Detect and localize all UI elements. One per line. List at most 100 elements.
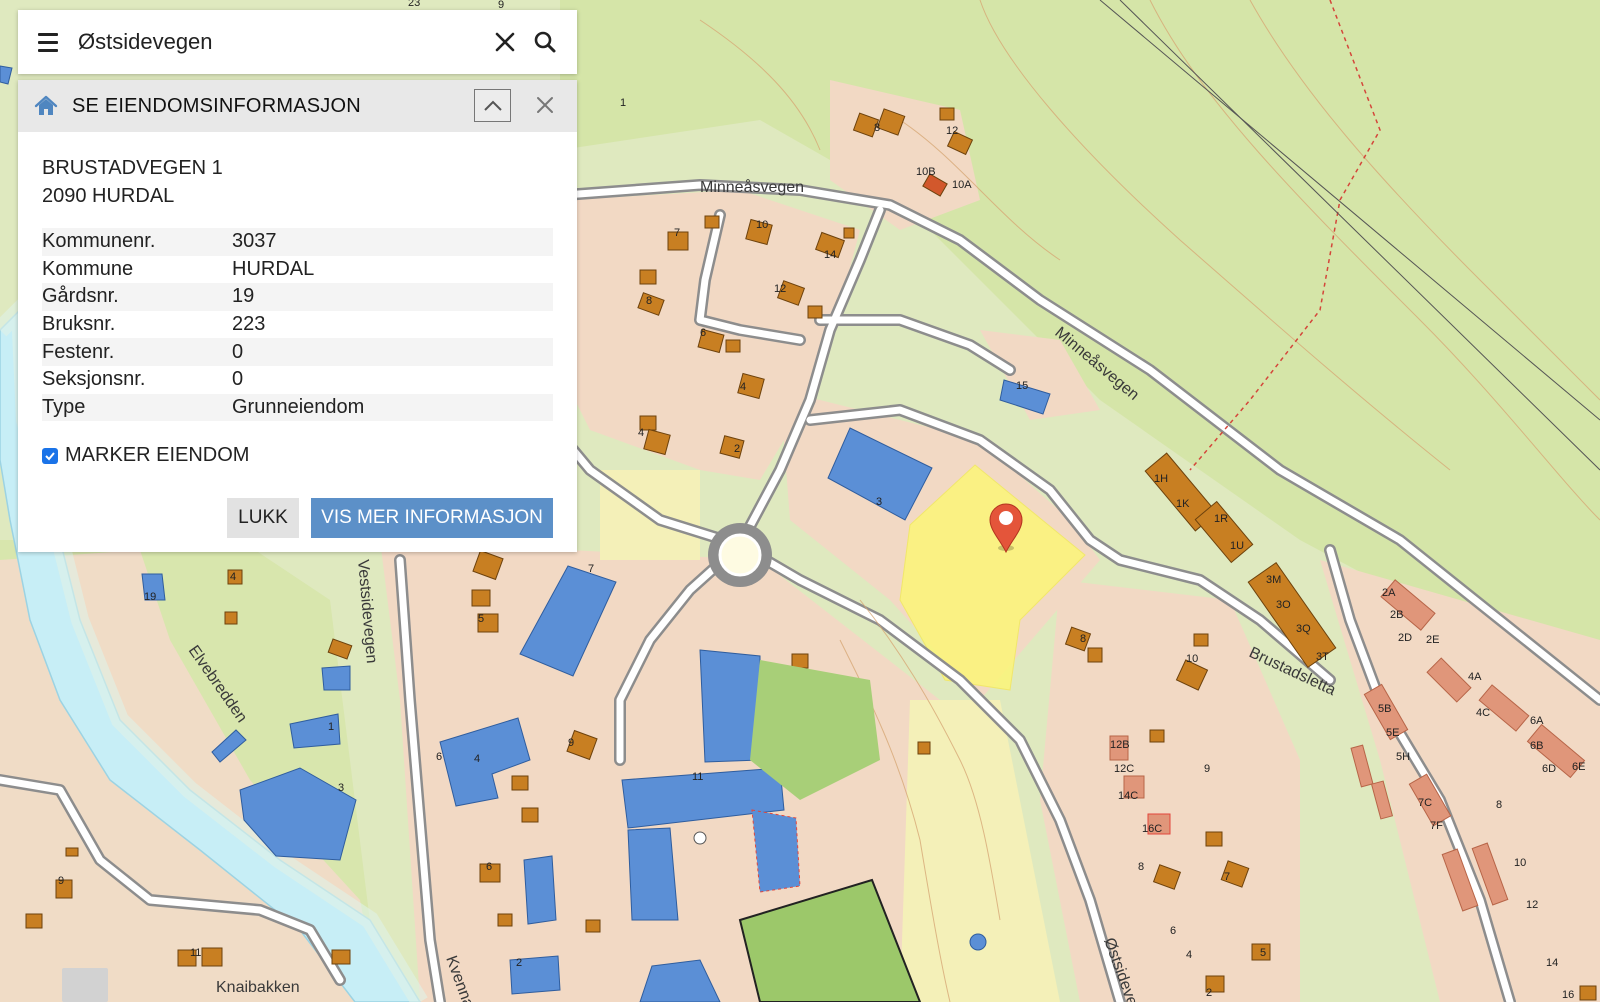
- house-number: 8: [1496, 799, 1502, 811]
- map-control-button[interactable]: [62, 968, 108, 1002]
- row-value: 0: [232, 368, 244, 391]
- house-number: 6: [486, 861, 492, 873]
- house-number: 10: [1186, 653, 1198, 665]
- house-number: 3O: [1276, 599, 1291, 611]
- house-number: 15: [1016, 380, 1028, 392]
- row-value: HURDAL: [232, 257, 315, 280]
- house-number: 6: [700, 327, 706, 339]
- house-number: 2A: [1382, 587, 1396, 599]
- house-number: 2: [734, 443, 740, 455]
- address-postal: 2090 HURDAL: [42, 185, 175, 207]
- house-number: 4: [638, 427, 644, 439]
- house-number: 4: [1186, 949, 1192, 961]
- mark-property-option[interactable]: MARKER EIENDOM: [42, 444, 249, 467]
- hamburger-menu-icon[interactable]: [38, 27, 68, 57]
- street-label: Knaibakken: [216, 979, 300, 996]
- house-number: 8: [874, 122, 880, 134]
- house-number: 12: [1526, 899, 1538, 911]
- house-number: 11: [190, 947, 201, 959]
- checkmark-icon: [45, 451, 55, 460]
- house-number: 14C: [1118, 790, 1138, 802]
- house-number: 16: [1562, 989, 1574, 1001]
- street-label: Minneåsvegen: [700, 178, 804, 196]
- table-row: Seksjonsnr. 0: [42, 366, 553, 394]
- house-number: 5: [1260, 947, 1266, 959]
- mark-property-checkbox[interactable]: [42, 447, 58, 464]
- map-symbol: [693, 831, 707, 845]
- house-number: 2D: [1398, 632, 1412, 644]
- row-label: Bruksnr.: [42, 313, 116, 336]
- water-tank: [969, 933, 987, 951]
- search-bar: [18, 10, 577, 74]
- house-number: 4C: [1476, 707, 1490, 719]
- panel-close-button[interactable]: [530, 90, 560, 120]
- table-row: Festenr. 0: [42, 338, 553, 366]
- house-number: 7F: [1430, 820, 1443, 832]
- house-number: 10A: [952, 179, 972, 191]
- house-number: 19: [144, 591, 156, 603]
- house-number: 10: [1514, 857, 1526, 869]
- search-button[interactable]: [525, 22, 565, 62]
- house-number: 5B: [1378, 703, 1391, 715]
- house-number: 9: [58, 875, 64, 887]
- house-number: 7: [674, 227, 680, 239]
- house-number: 5H: [1396, 751, 1410, 763]
- row-value: 223: [232, 313, 266, 336]
- house-number: 1K: [1176, 498, 1190, 510]
- collapse-button[interactable]: [474, 89, 511, 122]
- house-number: 5: [478, 613, 484, 625]
- row-label: Seksjonsnr.: [42, 368, 146, 391]
- house-number: 8: [1080, 633, 1086, 645]
- house-number: 4: [230, 571, 236, 583]
- table-row: Gårdsnr. 19: [42, 283, 553, 311]
- row-value: Grunneiendom: [232, 393, 553, 422]
- house-number: 6: [1170, 925, 1176, 937]
- house-number: 23: [408, 0, 420, 9]
- row-label: Type: [42, 393, 232, 422]
- panel-header: SE EIENDOMSINFORMASJON: [18, 80, 577, 132]
- house-number: 8: [646, 295, 652, 307]
- clear-search-button[interactable]: [485, 22, 525, 62]
- house-number: 7: [1224, 871, 1230, 883]
- house-number: 4: [474, 753, 480, 765]
- house-number: 1: [620, 97, 626, 109]
- house-number: 2: [1206, 987, 1212, 999]
- close-icon: [495, 32, 515, 52]
- house-number: 3: [876, 496, 882, 508]
- row-value: 3037: [232, 228, 553, 256]
- table-row: Type Grunneiendom: [42, 393, 553, 422]
- house-number: 6: [436, 751, 442, 763]
- home-icon: [34, 95, 58, 115]
- house-number: 1U: [1230, 540, 1244, 552]
- search-input[interactable]: [76, 28, 485, 56]
- chevron-up-icon: [483, 100, 502, 111]
- house-number: 3M: [1266, 574, 1281, 586]
- house-number: 6A: [1530, 715, 1544, 727]
- house-number: 6E: [1572, 761, 1585, 773]
- address-street: BRUSTADVEGEN 1: [42, 157, 223, 179]
- house-number: 12C: [1114, 763, 1134, 775]
- row-label: Kommunenr.: [42, 228, 232, 256]
- house-number: 9: [1204, 763, 1210, 775]
- row-label: Kommune: [42, 257, 134, 280]
- row-value: 19: [232, 283, 553, 311]
- row-value: 0: [232, 338, 553, 366]
- house-number: 2E: [1426, 634, 1439, 646]
- house-number: 12: [774, 283, 786, 295]
- property-address: BRUSTADVEGEN 1 2090 HURDAL: [42, 154, 223, 210]
- mark-property-label: MARKER EIENDOM: [65, 444, 250, 466]
- house-number: 12B: [1110, 739, 1130, 751]
- more-info-button[interactable]: VIS MER INFORMASJON: [311, 498, 553, 538]
- house-number: 12: [946, 125, 958, 137]
- property-info-table: Kommunenr. 3037 Kommune HURDAL Gårdsnr. 19 …: [42, 228, 553, 422]
- close-icon: [537, 97, 553, 113]
- house-number: 6B: [1530, 740, 1543, 752]
- house-number: 3: [338, 782, 344, 794]
- house-number: 1: [328, 721, 334, 733]
- house-number: 4A: [1468, 671, 1482, 683]
- house-number: 10: [756, 219, 768, 231]
- house-number: 14: [824, 249, 836, 261]
- close-button[interactable]: LUKK: [227, 498, 299, 538]
- row-label: Festenr.: [42, 338, 232, 366]
- search-icon: [534, 31, 556, 53]
